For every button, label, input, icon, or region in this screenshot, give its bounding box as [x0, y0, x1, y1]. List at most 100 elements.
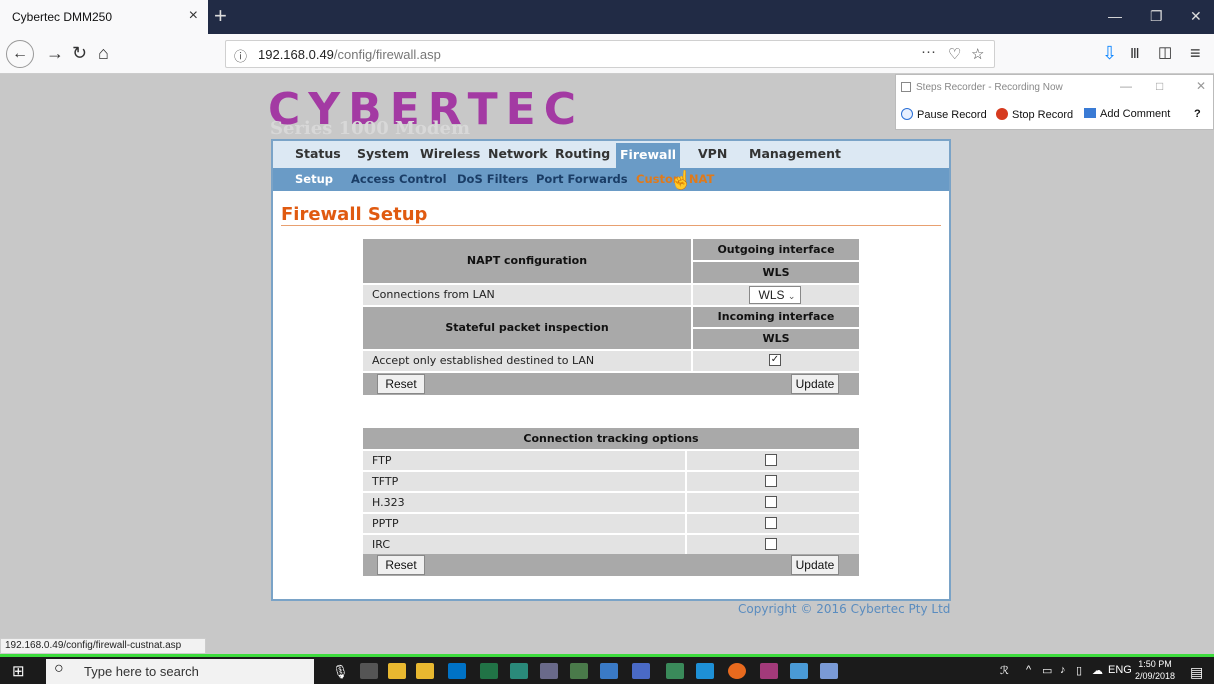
help-icon[interactable]: ? [1194, 108, 1201, 120]
close-window-icon[interactable]: ✕ [1190, 8, 1202, 25]
subtab-dos-filters[interactable]: DoS Filters [457, 172, 528, 186]
clock-date: 2/09/2018 [1135, 671, 1176, 681]
tracking-button-bar: Reset Update [363, 554, 859, 576]
close-tab-icon[interactable]: × [189, 7, 198, 25]
volume-icon[interactable]: ♪ [1060, 664, 1066, 676]
pocket-icon[interactable]: ♡ [948, 45, 961, 63]
notifications-icon[interactable]: ▤ [1190, 664, 1203, 681]
app-icon-1[interactable] [510, 663, 528, 679]
onedrive-icon[interactable]: ☁ [1092, 664, 1103, 677]
library-icon[interactable]: Ⅲ [1130, 42, 1140, 64]
taskbar-search[interactable]: ○ Type here to search [46, 659, 314, 684]
tracking-option-cell [687, 535, 859, 554]
tab-wireless[interactable]: Wireless [420, 146, 480, 161]
network-icon[interactable]: ▭ [1042, 664, 1052, 677]
copyright-text: Copyright © 2016 Cybertec Pty Ltd [738, 602, 951, 616]
tracking-update-button[interactable]: Update [791, 555, 839, 575]
task-view-icon[interactable] [360, 663, 378, 679]
subtab-access-control[interactable]: Access Control [351, 172, 447, 186]
subtab-setup[interactable]: Setup [295, 172, 333, 186]
tab-firewall[interactable]: Firewall [616, 143, 681, 168]
app-icon-2[interactable] [540, 663, 558, 679]
publisher-icon[interactable] [760, 663, 778, 679]
excel-icon[interactable] [480, 663, 498, 679]
page-content: CYBERTEC Series 1000 Modem Status System… [0, 74, 1214, 654]
steps-maximize-icon[interactable]: □ [1156, 79, 1163, 93]
store-icon[interactable] [416, 663, 434, 679]
site-info-icon[interactable]: ⓘ [234, 46, 247, 65]
restore-icon[interactable]: ❐ [1150, 8, 1163, 25]
clock[interactable]: 1:50 PM 2/09/2018 [1135, 658, 1175, 682]
menu-hamburger-icon[interactable]: ≡ [1190, 42, 1201, 64]
tracking-option-checkbox[interactable] [765, 538, 777, 550]
tracking-option-label: PPTP [363, 514, 685, 533]
tracking-option-label: FTP [363, 451, 685, 470]
firefox-icon[interactable] [728, 663, 746, 679]
tab-system[interactable]: System [357, 146, 409, 161]
napt-reset-button[interactable]: Reset [377, 374, 425, 394]
windows-start-icon[interactable]: ⊞ [12, 662, 25, 680]
app-icon-4[interactable] [600, 663, 618, 679]
tab-network[interactable]: Network [488, 146, 548, 161]
sub-menu: Setup Access Control DoS Filters Port Fo… [273, 168, 949, 191]
tracking-option-cell [687, 451, 859, 470]
sidebar-icon[interactable]: ◫ [1158, 42, 1172, 64]
minimize-icon[interactable]: — [1108, 8, 1122, 24]
language-indicator[interactable]: ENG [1108, 664, 1132, 676]
app-icon-3[interactable] [570, 663, 588, 679]
tracking-option-cell [687, 514, 859, 533]
microphone-icon[interactable]: 🎙 [332, 664, 349, 680]
tracking-header: Connection tracking options [363, 428, 859, 449]
add-comment-button[interactable]: Add Comment [1084, 108, 1170, 120]
url-text[interactable]: 192.168.0.49/config/firewall.asp [258, 47, 441, 62]
app-icon-7[interactable] [790, 663, 808, 679]
steps-minimize-icon[interactable]: — [1120, 79, 1132, 93]
tracking-option-label: H.323 [363, 493, 685, 512]
reload-icon[interactable]: ↻ [72, 42, 87, 64]
browser-tab[interactable]: Cybertec DMM250 × [0, 0, 208, 34]
page-actions-icon[interactable]: ··· [921, 43, 936, 60]
clock-time: 1:50 PM [1138, 659, 1172, 669]
display-icon[interactable]: ▯ [1076, 664, 1082, 677]
spi-header: Stateful packet inspection [363, 307, 691, 349]
app-icon-5[interactable] [632, 663, 650, 679]
stop-record-button[interactable]: Stop Record [996, 108, 1073, 121]
bookmark-star-icon[interactable]: ☆ [971, 45, 984, 63]
download-icon[interactable]: ⇩ [1102, 42, 1117, 64]
tray-chevron-up-icon[interactable]: ^ [1026, 664, 1031, 676]
steps-close-icon[interactable]: ✕ [1196, 79, 1206, 93]
file-explorer-icon[interactable] [388, 663, 406, 679]
edge-icon[interactable] [696, 663, 714, 679]
url-host: 192.168.0.49 [258, 47, 334, 62]
forward-arrow-icon[interactable]: → [46, 42, 64, 64]
url-bar[interactable]: ⓘ 192.168.0.49/config/firewall.asp ··· ♡… [225, 40, 995, 68]
tab-status[interactable]: Status [295, 146, 341, 161]
subtab-port-forwards[interactable]: Port Forwards [536, 172, 628, 186]
accept-checkbox[interactable]: ✓ [769, 354, 781, 366]
outlook-icon[interactable] [448, 663, 466, 679]
outgoing-value: WLS [693, 262, 859, 283]
tab-management[interactable]: Management [749, 146, 841, 161]
tab-routing[interactable]: Routing [555, 146, 610, 161]
new-tab-button[interactable]: + [214, 3, 227, 29]
page-title: Firewall Setup [281, 204, 428, 225]
stop-record-label: Stop Record [1012, 109, 1074, 121]
tracking-option-checkbox[interactable] [765, 475, 777, 487]
app-icon-8[interactable] [820, 663, 838, 679]
app-icon-6[interactable] [666, 663, 684, 679]
tracking-option-checkbox[interactable] [765, 454, 777, 466]
tracking-option-checkbox[interactable] [765, 517, 777, 529]
tracking-option-checkbox[interactable] [765, 496, 777, 508]
back-arrow-icon[interactable]: ← [6, 40, 34, 68]
connections-select[interactable]: WLS ⌄ [749, 286, 801, 304]
pause-icon [901, 108, 913, 120]
pause-record-button[interactable]: Pause Record [901, 108, 987, 121]
people-icon[interactable]: ℛ [1000, 664, 1009, 677]
tab-vpn[interactable]: VPN [698, 146, 727, 161]
tracking-reset-button[interactable]: Reset [377, 555, 425, 575]
pause-record-label: Pause Record [917, 109, 987, 121]
napt-header: NAPT configuration [363, 239, 691, 283]
napt-update-button[interactable]: Update [791, 374, 839, 394]
home-icon[interactable]: ⌂ [98, 42, 109, 64]
tracking-option-label: IRC [363, 535, 685, 554]
